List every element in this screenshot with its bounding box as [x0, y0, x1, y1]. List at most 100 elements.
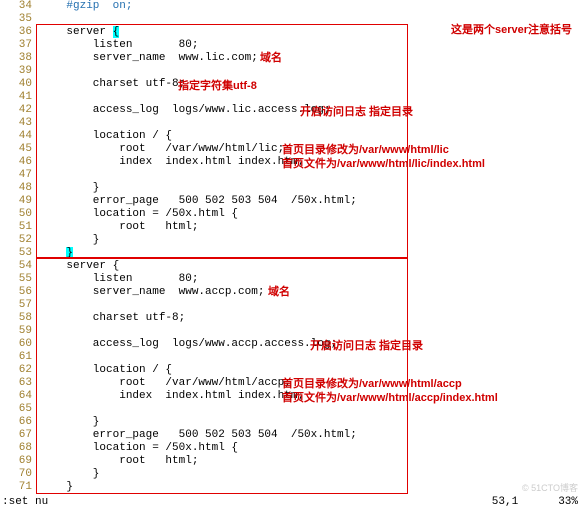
- line-number: 63: [0, 377, 40, 390]
- line-number: 45: [0, 143, 40, 156]
- code-text: }: [40, 416, 584, 429]
- code-text: location = /50x.html {: [40, 208, 584, 221]
- code-line[interactable]: 38 server_name www.lic.com;: [0, 52, 584, 65]
- line-number: 41: [0, 91, 40, 104]
- code-line[interactable]: 39: [0, 65, 584, 78]
- anno-two-server: 这是两个server注意括号: [451, 24, 572, 37]
- code-line[interactable]: 62 location / {: [0, 364, 584, 377]
- code-line[interactable]: 42 access_log logs/www.lic.access.log;: [0, 104, 584, 117]
- code-text: [40, 325, 584, 338]
- line-number: 66: [0, 416, 40, 429]
- anno-root-2a: 首页目录修改为/var/www/html/accp: [282, 378, 462, 391]
- code-line[interactable]: 67 error_page 500 502 503 504 /50x.html;: [0, 429, 584, 442]
- code-text: root html;: [40, 455, 584, 468]
- line-number: 38: [0, 52, 40, 65]
- anno-accesslog-1: 开启访问日志 指定目录: [300, 106, 413, 119]
- code-line[interactable]: 48 }: [0, 182, 584, 195]
- line-number: 35: [0, 13, 40, 26]
- code-line[interactable]: 34 #gzip on;: [0, 0, 584, 13]
- line-number: 40: [0, 78, 40, 91]
- status-percent: 33%: [558, 496, 578, 509]
- line-number: 68: [0, 442, 40, 455]
- anno-accesslog-2: 开启访问日志 指定目录: [310, 340, 423, 353]
- line-number: 47: [0, 169, 40, 182]
- code-text: listen 80;: [40, 273, 584, 286]
- code-line[interactable]: 51 root html;: [0, 221, 584, 234]
- anno-charset-1: 指定字符集utf-8: [178, 80, 257, 93]
- line-number: 70: [0, 468, 40, 481]
- line-number: 64: [0, 390, 40, 403]
- matching-brace-close: }: [66, 247, 73, 259]
- code-text: location / {: [40, 130, 584, 143]
- code-line[interactable]: 43: [0, 117, 584, 130]
- code-text: error_page 500 502 503 504 /50x.html;: [40, 195, 584, 208]
- code-line[interactable]: 56 server_name www.accp.com;: [0, 286, 584, 299]
- line-number: 44: [0, 130, 40, 143]
- line-number: 34: [0, 0, 40, 13]
- code-text: listen 80;: [40, 39, 584, 52]
- line-number: 48: [0, 182, 40, 195]
- line-number: 50: [0, 208, 40, 221]
- line-number: 67: [0, 429, 40, 442]
- code-line[interactable]: 49 error_page 500 502 503 504 /50x.html;: [0, 195, 584, 208]
- line-number: 55: [0, 273, 40, 286]
- matching-brace-open: {: [113, 26, 120, 38]
- anno-root-1b: 首页文件为/var/www/html/lic/index.html: [282, 158, 485, 171]
- code-line[interactable]: 52 }: [0, 234, 584, 247]
- anno-root-2b: 首页文件为/var/www/html/accp/index.html: [282, 392, 498, 405]
- code-line[interactable]: 68 location = /50x.html {: [0, 442, 584, 455]
- line-number: 61: [0, 351, 40, 364]
- status-position: 53,1: [492, 496, 518, 509]
- code-line[interactable]: 54 server {: [0, 260, 584, 273]
- line-number: 69: [0, 455, 40, 468]
- code-text: root html;: [40, 221, 584, 234]
- code-text: server_name www.lic.com;: [40, 52, 584, 65]
- code-line[interactable]: 70 }: [0, 468, 584, 481]
- code-line[interactable]: 66 }: [0, 416, 584, 429]
- code-text: #gzip on;: [40, 0, 584, 13]
- code-text: }: [40, 468, 584, 481]
- line-number: 36: [0, 26, 40, 39]
- code-line[interactable]: 40 charset utf-8;: [0, 78, 584, 91]
- code-line[interactable]: 57: [0, 299, 584, 312]
- line-number: 52: [0, 234, 40, 247]
- code-text: }: [40, 247, 584, 260]
- code-text: charset utf-8;: [40, 312, 584, 325]
- code-text: }: [40, 182, 584, 195]
- line-number: 39: [0, 65, 40, 78]
- line-number: 42: [0, 104, 40, 117]
- code-line[interactable]: 41: [0, 91, 584, 104]
- anno-root-1a: 首页目录修改为/var/www/html/lic: [282, 144, 449, 157]
- line-number: 71: [0, 481, 40, 494]
- code-text: server_name www.accp.com;: [40, 286, 584, 299]
- code-line[interactable]: 61: [0, 351, 584, 364]
- code-text: error_page 500 502 503 504 /50x.html;: [40, 429, 584, 442]
- line-number: 49: [0, 195, 40, 208]
- code-line[interactable]: 50 location = /50x.html {: [0, 208, 584, 221]
- status-left: :set nu: [2, 496, 48, 509]
- line-number: 54: [0, 260, 40, 273]
- code-line[interactable]: 71 }: [0, 481, 584, 494]
- code-editor[interactable]: 34 #gzip on;3536 server {37 listen 80;38…: [0, 0, 584, 494]
- code-line[interactable]: 37 listen 80;: [0, 39, 584, 52]
- line-number: 59: [0, 325, 40, 338]
- line-number: 56: [0, 286, 40, 299]
- code-line[interactable]: 53 }: [0, 247, 584, 260]
- code-line[interactable]: 59: [0, 325, 584, 338]
- code-line[interactable]: 55 listen 80;: [0, 273, 584, 286]
- watermark: © 51CTO博客: [522, 482, 578, 495]
- code-text: charset utf-8;: [40, 78, 584, 91]
- code-line[interactable]: 44 location / {: [0, 130, 584, 143]
- code-line[interactable]: 58 charset utf-8;: [0, 312, 584, 325]
- anno-domain-2: 域名: [268, 286, 290, 299]
- code-text: location = /50x.html {: [40, 442, 584, 455]
- code-line[interactable]: 60 access_log logs/www.accp.access.log;: [0, 338, 584, 351]
- status-bar: :set nu 53,1 33%: [0, 494, 584, 511]
- code-text: }: [40, 481, 584, 494]
- line-number: 43: [0, 117, 40, 130]
- line-number: 65: [0, 403, 40, 416]
- code-text: location / {: [40, 364, 584, 377]
- line-number: 58: [0, 312, 40, 325]
- line-number: 53: [0, 247, 40, 260]
- code-line[interactable]: 69 root html;: [0, 455, 584, 468]
